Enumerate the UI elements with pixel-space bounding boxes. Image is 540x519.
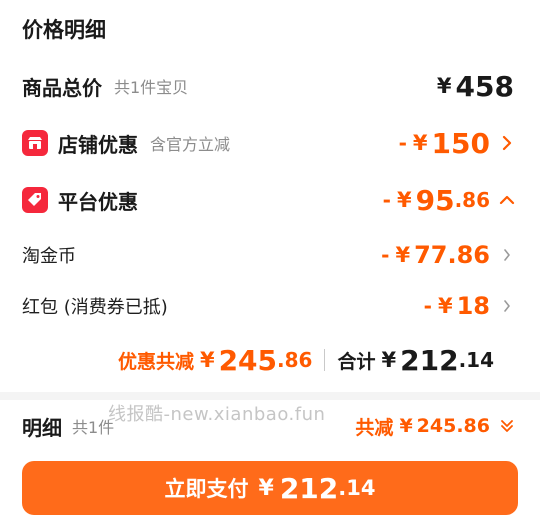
total-price-sub: 共1件宝贝 <box>114 78 189 97</box>
coins-amount: 77.86 <box>414 241 490 269</box>
discount-total-dec: .86 <box>277 348 313 372</box>
currency-symbol: ¥ <box>396 188 412 212</box>
tag-icon <box>22 187 48 213</box>
page-title: 价格明细 <box>22 18 106 42</box>
pay-amount-int: 212 <box>279 471 339 505</box>
redpacket-amount: 18 <box>456 292 490 320</box>
platform-discount-dec: .86 <box>454 188 490 212</box>
currency-symbol: ¥ <box>436 74 452 98</box>
reduce-amount: 245.86 <box>416 415 490 437</box>
pay-now-button[interactable]: 立即支付 ¥ 212 .14 <box>22 461 518 515</box>
grand-total-label: 合计 <box>337 350 376 373</box>
double-chevron-down-icon[interactable] <box>496 415 518 437</box>
currency-symbol: ¥ <box>199 348 215 372</box>
pay-now-label: 立即支付 <box>164 477 249 501</box>
coins-row[interactable]: 淘金币 - ¥ 77.86 <box>22 236 518 274</box>
shop-icon <box>22 130 48 156</box>
minus-sign: - <box>398 131 407 155</box>
platform-discount-label: 平台优惠 <box>58 189 138 214</box>
detail-label: 明细 <box>22 415 62 440</box>
chevron-right-icon[interactable] <box>496 132 518 154</box>
shop-discount-amount: 150 <box>431 126 490 160</box>
grand-total-dec: .14 <box>458 348 494 372</box>
currency-symbol: ¥ <box>381 348 397 372</box>
redpacket-row[interactable]: 红包 (消费券已抵) - ¥ 18 <box>22 287 518 325</box>
minus-sign: - <box>381 243 390 267</box>
coins-label: 淘金币 <box>22 246 76 267</box>
redpacket-label: 红包 (消费券已抵) <box>22 297 168 318</box>
shop-discount-row[interactable]: 店铺优惠 含官方立减 - ¥ 150 <box>22 123 518 163</box>
minus-sign: - <box>382 188 391 212</box>
currency-symbol: ¥ <box>412 131 428 155</box>
discount-total-label: 优惠共减 <box>117 350 194 373</box>
shop-discount-sub: 含官方立减 <box>150 135 231 154</box>
discount-total-int: 245 <box>218 343 278 377</box>
currency-symbol: ¥ <box>395 243 411 267</box>
chevron-right-icon[interactable] <box>496 244 518 266</box>
platform-discount-row[interactable]: 平台优惠 - ¥ 95 .86 <box>22 180 518 220</box>
reduce-label: 共减 <box>355 416 394 439</box>
divider <box>324 349 326 371</box>
total-price-amount: 458 <box>455 69 514 103</box>
detail-sub: 共1件 <box>72 418 115 437</box>
pay-amount-dec: .14 <box>338 476 376 500</box>
chevron-right-icon[interactable] <box>496 295 518 317</box>
grand-total-int: 212 <box>400 343 459 377</box>
platform-discount-int: 95 <box>415 183 455 217</box>
total-price-row: 商品总价 共1件宝贝 ¥ 458 <box>22 66 518 106</box>
shop-discount-label: 店铺优惠 <box>58 132 138 157</box>
chevron-up-icon[interactable] <box>496 189 518 211</box>
price-summary: 优惠共减 ¥ 245 .86 合计 ¥ 212 .14 <box>118 340 494 380</box>
total-price-label: 商品总价 <box>22 75 102 100</box>
detail-row[interactable]: 明细 共1件 共减 ¥ 245.86 <box>22 406 518 446</box>
minus-sign: - <box>423 294 432 318</box>
currency-symbol: ¥ <box>258 475 274 501</box>
currency-symbol: ¥ <box>399 415 413 437</box>
currency-symbol: ¥ <box>437 294 453 318</box>
